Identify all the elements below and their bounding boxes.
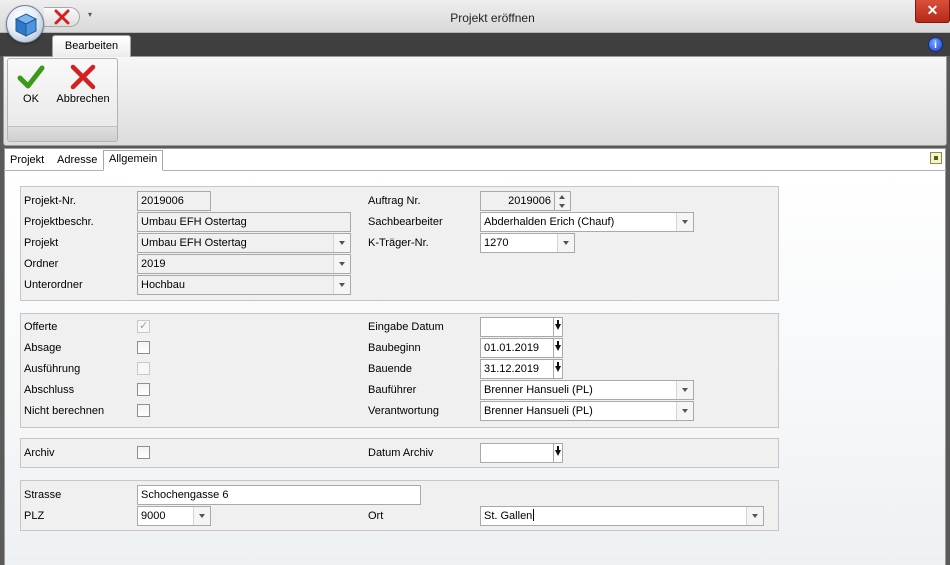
ok-button[interactable]: OK (12, 60, 50, 120)
label-nicht-berechnen: Nicht berechnen (24, 405, 105, 417)
verantwortung-value: Brenner Hansueli (PL) (484, 405, 593, 417)
auftrag-nr-field[interactable]: 2019006 (480, 191, 555, 211)
ribbon-tab-row (0, 33, 950, 56)
tab-adresse[interactable]: Adresse (52, 152, 102, 171)
offerte-checkbox[interactable]: ✓ (137, 320, 150, 333)
projekt-nr-field[interactable]: 2019006 (137, 191, 211, 211)
label-ort: Ort (368, 510, 384, 522)
archiv-checkbox[interactable] (137, 446, 150, 459)
bauende-field[interactable]: 31.12.2019 (480, 359, 554, 379)
label-auftrag-nr: Auftrag Nr. (368, 195, 421, 207)
label-verantwortung: Verantwortung (368, 405, 439, 417)
quick-cancel-icon[interactable] (53, 8, 71, 26)
abschluss-checkbox[interactable] (137, 383, 150, 396)
help-icon[interactable]: i (928, 37, 943, 52)
label-strasse: Strasse (24, 489, 62, 501)
checkmark-icon (17, 65, 45, 89)
label-sachbearbeiter: Sachbearbeiter (368, 216, 443, 228)
ribbon (3, 56, 947, 146)
k-traeger-nr-value: 1270 (484, 237, 509, 249)
ordner-value: 2019 (141, 258, 166, 270)
absage-checkbox[interactable] (137, 341, 150, 354)
chevron-down-icon (339, 241, 345, 245)
cancel-label: Abbrechen (56, 93, 110, 105)
chevron-down-icon (339, 262, 345, 266)
label-plz: PLZ (24, 510, 45, 522)
app-menu-button[interactable] (6, 5, 44, 43)
unterordner-dropdown[interactable]: Hochbau (137, 275, 351, 295)
ok-label: OK (23, 93, 39, 105)
eingabe-datum-field[interactable] (480, 317, 554, 337)
sachbearbeiter-value: Abderhalden Erich (Chauf) (484, 216, 615, 228)
window-title: Projekt eröffnen (450, 11, 535, 25)
chevron-down-icon (682, 220, 688, 224)
label-archiv: Archiv (24, 447, 55, 459)
checkmark-icon: ✓ (139, 320, 149, 332)
nicht-berechnen-checkbox[interactable] (137, 404, 150, 417)
baufuehrer-value: Brenner Hansueli (PL) (484, 384, 593, 396)
calendar-dropdown-icon[interactable] (554, 338, 563, 358)
pin-icon[interactable] (930, 152, 942, 164)
spin-down-icon[interactable] (559, 204, 565, 208)
ort-dropdown[interactable]: St. Gallen (480, 506, 764, 526)
ort-value: St. Gallen (484, 510, 533, 522)
chevron-down-icon (339, 283, 345, 287)
label-offerte: Offerte (24, 321, 58, 333)
spin-up-icon[interactable] (559, 195, 565, 199)
text-caret (533, 509, 535, 521)
calendar-dropdown-icon[interactable] (554, 443, 563, 463)
label-datum-archiv: Datum Archiv (368, 447, 434, 459)
ausfuehrung-checkbox[interactable] (137, 362, 150, 375)
ribbon-group-footer (8, 126, 117, 141)
label-baufuehrer: Bauführer (368, 384, 417, 396)
calendar-dropdown-icon[interactable] (554, 359, 563, 379)
ribbon-tab-bearbeiten[interactable]: Bearbeiten (52, 35, 131, 57)
label-projekt-nr: Projekt-Nr. (24, 195, 76, 207)
baufuehrer-dropdown[interactable]: Brenner Hansueli (PL) (480, 380, 694, 400)
label-absage: Absage (24, 342, 62, 354)
label-unterordner: Unterordner (24, 279, 83, 291)
chevron-down-icon (752, 514, 758, 518)
chevron-down-icon (199, 514, 205, 518)
label-ausfuehrung: Ausführung (24, 363, 81, 375)
sachbearbeiter-dropdown[interactable]: Abderhalden Erich (Chauf) (480, 212, 694, 232)
label-bauende: Bauende (368, 363, 413, 375)
verantwortung-dropdown[interactable]: Brenner Hansueli (PL) (480, 401, 694, 421)
chevron-down-icon (682, 388, 688, 392)
baubeginn-field[interactable]: 01.01.2019 (480, 338, 554, 358)
datum-archiv-field[interactable] (480, 443, 554, 463)
cube-icon (15, 13, 37, 37)
tab-projekt[interactable]: Projekt (5, 152, 49, 171)
label-k-traeger-nr: K-Träger-Nr. (368, 237, 429, 249)
label-projektbeschr: Projektbeschr. (24, 216, 94, 228)
qat-customize-icon[interactable]: ▾ (88, 10, 92, 19)
projekt-value: Umbau EFH Ostertag (141, 237, 247, 249)
cancel-button[interactable]: Abbrechen (52, 60, 114, 120)
calendar-dropdown-icon[interactable] (554, 317, 563, 337)
label-abschluss: Abschluss (24, 384, 75, 396)
tab-allgemein[interactable]: Allgemein (103, 150, 164, 171)
ordner-dropdown[interactable]: 2019 (137, 254, 351, 274)
cross-icon (70, 64, 96, 90)
plz-value: 9000 (141, 510, 166, 522)
auftrag-nr-spinner[interactable] (555, 191, 571, 211)
projekt-dropdown[interactable]: Umbau EFH Ostertag (137, 233, 351, 253)
label-baubeginn: Baubeginn (368, 342, 421, 354)
projektbeschr-field[interactable]: Umbau EFH Ostertag (137, 212, 351, 232)
plz-dropdown[interactable]: 9000 (137, 506, 211, 526)
label-projekt: Projekt (24, 237, 59, 249)
chevron-down-icon (682, 409, 688, 413)
chevron-down-icon (563, 241, 569, 245)
label-eingabe-datum: Eingabe Datum (368, 321, 444, 333)
unterordner-value: Hochbau (141, 279, 186, 291)
label-ordner: Ordner (24, 258, 59, 270)
close-button[interactable]: ✕ (915, 0, 950, 23)
strasse-input[interactable]: Schochengasse 6 (137, 485, 421, 505)
k-traeger-nr-dropdown[interactable]: 1270 (480, 233, 575, 253)
